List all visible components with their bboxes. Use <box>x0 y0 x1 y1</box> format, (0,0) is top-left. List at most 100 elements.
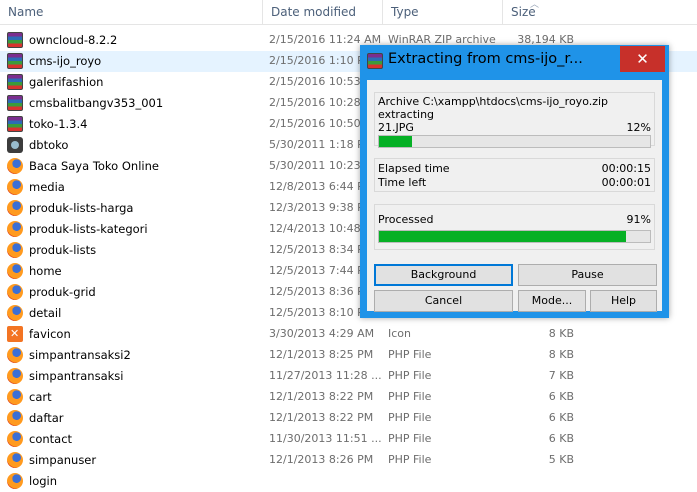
file-date: 12/1/2013 8:25 PM <box>269 348 374 361</box>
file-type: Icon <box>388 327 411 340</box>
file-name: Baca Saya Toko Online <box>29 159 159 173</box>
mode-button[interactable]: Mode... <box>518 290 586 312</box>
firefox-icon <box>7 179 23 195</box>
file-row[interactable]: contact 11/30/2013 11:51 ... PHP File 6 KB <box>0 429 697 450</box>
column-header: Name Date modified Type Size ︿ <box>0 0 697 25</box>
cancel-button-label: Cancel <box>424 294 463 307</box>
firefox-icon <box>7 158 23 174</box>
file-date: 11/30/2013 11:51 ... <box>269 432 382 445</box>
file-row[interactable]: favicon 3/30/2013 4:29 AM Icon 8 KB <box>0 324 697 345</box>
file-row[interactable]: simpantransaksi 11/27/2013 11:28 ... PHP F… <box>0 366 697 387</box>
file-date: 2/15/2016 10:28 A <box>269 96 372 109</box>
file-name: toko-1.3.4 <box>29 117 88 131</box>
file-name: dbtoko <box>29 138 69 152</box>
file-progress-fill <box>379 136 412 147</box>
pause-button[interactable]: Pause <box>518 264 657 286</box>
close-icon: ✕ <box>636 50 649 68</box>
file-size: 7 KB <box>548 369 574 382</box>
file-type: PHP File <box>388 432 432 445</box>
file-type: PHP File <box>388 453 432 466</box>
file-percent: 12% <box>626 121 651 134</box>
extract-dialog: Extracting from cms-ijo_r... ✕ Archive C… <box>360 45 669 318</box>
column-date-label: Date modified <box>271 5 357 19</box>
file-size: 5 KB <box>548 453 574 466</box>
firefox-icon <box>7 431 23 447</box>
firefox-icon <box>7 242 23 258</box>
file-date: 12/4/2013 10:48 F <box>269 222 371 235</box>
file-row[interactable]: simpantransaksi2 12/1/2013 8:25 PM PHP Fil… <box>0 345 697 366</box>
firefox-icon <box>7 389 23 405</box>
file-progress-bar <box>378 135 651 148</box>
file-progress-panel: Archive C:\xampp\htdocs\cms-ijo_royo.zip… <box>374 92 655 148</box>
file-name: cmsbalitbangv353_001 <box>29 96 164 110</box>
file-date: 12/5/2013 8:34 P <box>269 243 364 256</box>
file-name: home <box>29 264 62 278</box>
file-name: media <box>29 180 65 194</box>
file-date: 2/15/2016 10:50 A <box>269 117 372 130</box>
firefox-icon <box>7 452 23 468</box>
file-date: 3/30/2013 4:29 AM <box>269 327 375 340</box>
time-left-label: Time left <box>378 176 427 189</box>
file-date: 12/8/2013 6:44 P <box>269 180 364 193</box>
file-date: 2/15/2016 1:10 P <box>269 54 364 67</box>
pause-button-label: Pause <box>571 268 604 281</box>
firefox-icon <box>7 305 23 321</box>
firefox-icon <box>7 368 23 384</box>
background-button-label: Background <box>410 268 477 281</box>
file-row[interactable]: daftar 12/1/2013 8:22 PM PHP File 6 KB <box>0 408 697 429</box>
xampp-icon <box>7 326 23 342</box>
dialog-body: Archive C:\xampp\htdocs\cms-ijo_royo.zip… <box>367 80 662 312</box>
firefox-icon <box>7 284 23 300</box>
file-name: cms-ijo_royo <box>29 54 102 68</box>
winrar-archive-icon <box>7 116 23 132</box>
elapsed-label: Elapsed time <box>378 162 450 175</box>
file-name: galerifashion <box>29 75 104 89</box>
time-panel: Elapsed time 00:00:15 Time left 00:00:01 <box>374 158 655 192</box>
database-icon <box>7 137 23 153</box>
column-name[interactable]: Name <box>0 0 262 24</box>
file-name: produk-lists-harga <box>29 201 134 215</box>
column-name-label: Name <box>8 5 44 19</box>
winrar-archive-icon <box>7 32 23 48</box>
time-left-value: 00:00:01 <box>601 176 651 189</box>
action-label: extracting <box>378 108 435 121</box>
file-size: 8 KB <box>548 327 574 340</box>
file-date: 12/5/2013 8:10 P <box>269 306 364 319</box>
dialog-title: Extracting from cms-ijo_r... <box>388 51 583 67</box>
help-button[interactable]: Help <box>590 290 657 312</box>
file-name: contact <box>29 432 73 446</box>
mode-button-label: Mode... <box>531 294 573 307</box>
file-name: cart <box>29 390 52 404</box>
column-date[interactable]: Date modified <box>262 0 382 24</box>
cancel-button[interactable]: Cancel <box>374 290 513 312</box>
file-name: login <box>29 474 58 488</box>
processed-label: Processed <box>378 213 434 226</box>
file-size: 6 KB <box>548 390 574 403</box>
file-name: simpanuser <box>29 453 97 467</box>
file-date: 2/15/2016 10:53 A <box>269 75 372 88</box>
close-button[interactable]: ✕ <box>620 46 665 72</box>
file-name: produk-grid <box>29 285 96 299</box>
background-button[interactable]: Background <box>374 264 513 286</box>
winrar-icon <box>367 53 383 69</box>
file-row[interactable]: simpanuser 12/1/2013 8:26 PM PHP File 5 KB <box>0 450 697 471</box>
file-date: 12/1/2013 8:22 PM <box>269 390 374 403</box>
current-file: 21.JPG <box>378 121 414 134</box>
elapsed-value: 00:00:15 <box>601 162 651 175</box>
column-size[interactable]: Size <box>502 0 582 24</box>
column-type[interactable]: Type <box>382 0 502 24</box>
firefox-icon <box>7 410 23 426</box>
file-date: 5/30/2011 10:23 A <box>269 159 372 172</box>
help-button-label: Help <box>610 294 637 307</box>
file-date: 12/5/2013 7:44 P <box>269 264 364 277</box>
file-name: detail <box>29 306 62 320</box>
file-name: simpantransaksi <box>29 369 124 383</box>
file-size: 8 KB <box>548 348 574 361</box>
file-name: favicon <box>29 327 71 341</box>
file-row[interactable]: cart 12/1/2013 8:22 PM PHP File 6 KB <box>0 387 697 408</box>
file-name: produk-lists <box>29 243 97 257</box>
firefox-icon <box>7 221 23 237</box>
firefox-icon <box>7 263 23 279</box>
winrar-archive-icon <box>7 53 23 69</box>
archive-path: Archive C:\xampp\htdocs\cms-ijo_royo.zip <box>378 95 609 108</box>
